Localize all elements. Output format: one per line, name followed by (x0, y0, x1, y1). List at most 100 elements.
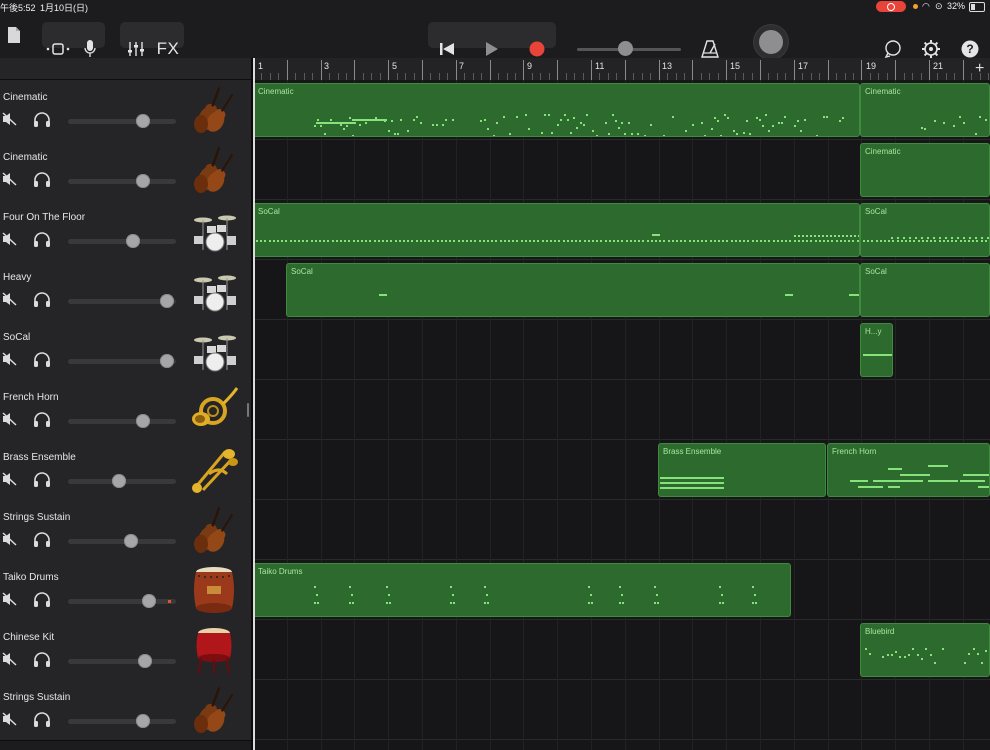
volume-slider[interactable] (142, 594, 156, 608)
volume-slider[interactable] (112, 474, 126, 488)
volume-slider[interactable] (126, 234, 140, 248)
playhead[interactable] (253, 58, 255, 750)
resize-handle[interactable] (247, 403, 249, 417)
track-header[interactable]: Cinematic (0, 80, 251, 141)
mute-icon[interactable] (2, 472, 20, 488)
track-header[interactable]: SoCal (0, 320, 251, 381)
region[interactable]: SoCal (286, 263, 860, 317)
headphones-icon[interactable] (33, 592, 51, 608)
region[interactable]: French Horn (827, 443, 990, 497)
drum-kit-icon[interactable] (189, 264, 239, 316)
add-section-button[interactable]: + (975, 60, 984, 78)
headphones-icon[interactable] (33, 412, 51, 428)
track-header[interactable]: French Horn (0, 380, 251, 441)
region-name: Brass Ensemble (663, 447, 722, 456)
volume-slider[interactable] (138, 654, 152, 668)
chinese-drum-icon[interactable] (189, 624, 239, 676)
midi-note (806, 235, 808, 237)
midi-note (723, 114, 726, 116)
headphones-icon[interactable] (33, 172, 51, 188)
my-songs-button[interactable] (6, 24, 22, 46)
volume-slider[interactable] (136, 174, 150, 188)
volume-slider[interactable] (124, 534, 138, 548)
track-header[interactable]: Heavy (0, 260, 251, 321)
region[interactable]: Cinematic (860, 83, 990, 137)
mute-icon[interactable] (2, 292, 20, 308)
track-header[interactable]: Chinese Kit (0, 620, 251, 681)
master-volume-slider[interactable] (617, 41, 633, 56)
volume-slider[interactable] (136, 414, 150, 428)
track-view-icon (46, 43, 70, 55)
mute-icon[interactable] (2, 592, 20, 608)
midi-note (486, 128, 489, 131)
headphones-icon[interactable] (33, 352, 51, 368)
mute-icon[interactable] (2, 172, 20, 188)
drum-kit-icon[interactable] (189, 204, 239, 256)
region[interactable]: Bluebird (860, 623, 990, 677)
midi-note (627, 122, 630, 124)
headphones-icon[interactable] (33, 652, 51, 668)
midi-note (984, 240, 987, 242)
midi-note (600, 240, 603, 242)
region[interactable]: SoCal (253, 203, 860, 257)
metronome-icon (701, 40, 719, 58)
volume-slider[interactable] (136, 114, 150, 128)
headphones-icon[interactable] (33, 532, 51, 548)
drum-kit-icon[interactable] (189, 324, 239, 376)
volume-slider[interactable] (160, 294, 174, 308)
violin-icon[interactable] (189, 144, 239, 196)
mute-icon[interactable] (2, 412, 20, 428)
midi-note (680, 240, 683, 242)
screen-recording-icon (876, 1, 906, 12)
timeline-ruler[interactable]: 1 3 5 7 9 11 13 15 17 19 21 (253, 58, 990, 81)
lane-divider (253, 259, 990, 260)
violin-icon[interactable] (189, 684, 239, 736)
midi-note (768, 240, 771, 242)
region[interactable]: Cinematic (860, 143, 990, 197)
region[interactable]: SoCal (860, 263, 990, 317)
headphones-icon[interactable] (33, 292, 51, 308)
mute-icon[interactable] (2, 232, 20, 248)
headphones-icon[interactable] (33, 712, 51, 728)
midi-note (611, 114, 614, 116)
french-horn-icon[interactable] (189, 384, 239, 436)
track-header[interactable]: Strings Sustain (0, 680, 251, 741)
mute-icon[interactable] (2, 712, 20, 728)
track-header[interactable]: Cinematic (0, 140, 251, 201)
mute-icon[interactable] (2, 532, 20, 548)
midi-note (348, 240, 351, 242)
midi-note (912, 648, 915, 650)
midi-note (692, 240, 695, 242)
region[interactable]: Cinematic (253, 83, 860, 137)
mute-icon[interactable] (2, 112, 20, 128)
midi-note (842, 117, 844, 120)
loop-icon (884, 40, 901, 58)
master-control-dial[interactable] (754, 25, 788, 59)
track-header[interactable]: Taiko Drums (0, 560, 251, 621)
track-header[interactable]: Strings Sustain (0, 500, 251, 561)
violin-icon[interactable] (189, 504, 239, 556)
headphones-icon[interactable] (33, 472, 51, 488)
midi-note (621, 122, 624, 124)
track-header[interactable]: Brass Ensemble (0, 440, 251, 501)
region[interactable]: Brass Ensemble (658, 443, 826, 497)
track-header[interactable]: Four On The Floor (0, 200, 251, 261)
headphones-icon[interactable] (33, 232, 51, 248)
volume-slider[interactable] (160, 354, 174, 368)
brass-icon[interactable] (189, 444, 239, 496)
ruler-tick (405, 73, 407, 80)
region[interactable]: H...y (860, 323, 893, 377)
volume-slider[interactable] (136, 714, 150, 728)
region[interactable]: Taiko Drums (253, 563, 791, 617)
mute-icon[interactable] (2, 652, 20, 668)
mute-icon[interactable] (2, 352, 20, 368)
region[interactable]: SoCal (860, 203, 990, 257)
midi-note (726, 240, 729, 242)
tracks-area[interactable]: Cinematic Cinematic Cinematic SoCal SoCal SoC… (253, 80, 990, 750)
taiko-drum-icon[interactable] (189, 564, 239, 616)
midi-note (629, 240, 632, 242)
violin-icon[interactable] (189, 84, 239, 136)
midi-note (277, 240, 279, 242)
midi-note (660, 482, 724, 484)
headphones-icon[interactable] (33, 112, 51, 128)
